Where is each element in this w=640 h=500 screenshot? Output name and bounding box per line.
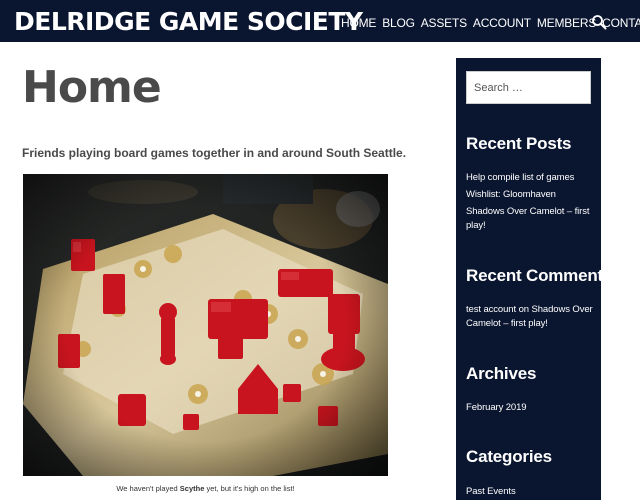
recent-post-link[interactable]: Wishlist: Gloomhaven: [466, 188, 596, 202]
nav-home[interactable]: HOME: [341, 14, 376, 32]
category-link[interactable]: Past Events: [466, 485, 596, 499]
sidebar: Recent Posts Help compile list of games …: [456, 58, 612, 500]
nav-account[interactable]: ACCOUNT: [473, 14, 531, 32]
photo-caption: We haven't played Scythe yet, but it's h…: [116, 484, 295, 493]
board-game-illustration: [23, 174, 388, 476]
intro-text: Friends playing board games together in …: [22, 146, 407, 160]
nav-contact[interactable]: CONTACT: [602, 14, 640, 32]
recent-post-link[interactable]: Help compile list of games: [466, 171, 596, 185]
sidebar-search-box: [466, 71, 591, 104]
recent-posts-heading: Recent Posts: [466, 134, 572, 153]
caption-game-name: Scythe: [179, 484, 205, 493]
page-title: Home: [22, 62, 162, 113]
comment-author-link[interactable]: test account: [466, 304, 516, 315]
recent-comment-item: test account on Shadows Over Camelot – f…: [466, 304, 593, 329]
search-input[interactable]: [467, 72, 590, 103]
categories-heading: Categories: [466, 447, 552, 466]
search-icon[interactable]: [591, 14, 607, 30]
recent-comments-heading: Recent Comments: [466, 266, 613, 285]
nav-members[interactable]: MEMBERS: [537, 14, 596, 32]
archive-link[interactable]: February 2019: [466, 401, 596, 415]
board-game-photo: [23, 174, 388, 476]
site-title[interactable]: DELRIDGE GAME SOCIETY: [14, 7, 363, 37]
site-header: DELRIDGE GAME SOCIETY HOME BLOG ASSETS A…: [0, 0, 640, 42]
nav-blog[interactable]: BLOG: [382, 14, 415, 32]
recent-post-link[interactable]: Shadows Over Camelot – first play!: [466, 205, 596, 233]
archives-heading: Archives: [466, 364, 537, 383]
nav-assets[interactable]: ASSETS: [421, 14, 467, 32]
